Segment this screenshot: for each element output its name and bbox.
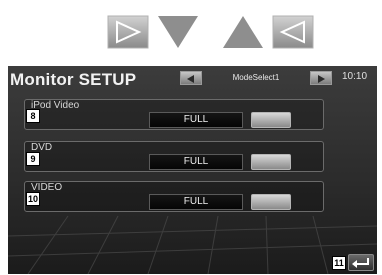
screen-mode-button[interactable] xyxy=(251,154,291,170)
row-value: FULL xyxy=(149,154,243,170)
down-triangle-icon[interactable] xyxy=(157,10,199,52)
row-value: FULL xyxy=(149,112,243,128)
screen-mode-button[interactable] xyxy=(251,112,291,128)
up-triangle-icon[interactable] xyxy=(222,10,264,52)
callout-number: 9 xyxy=(26,152,40,166)
left-triangle-icon[interactable] xyxy=(272,10,314,52)
setting-row-video: VIDEO FULL xyxy=(24,181,324,212)
mode-next-button[interactable] xyxy=(310,71,332,85)
callout-number: 11 xyxy=(332,256,346,270)
setting-row-ipod-video: iPod Video FULL xyxy=(24,99,324,130)
screen-mode-button[interactable] xyxy=(251,194,291,210)
clock: 10:10 xyxy=(342,71,368,82)
return-arrow-icon xyxy=(352,258,369,268)
callout-number: 8 xyxy=(26,109,40,123)
mode-select-label: ModeSelect1 xyxy=(232,73,280,82)
row-value: FULL xyxy=(149,194,243,210)
right-arrow-icon xyxy=(318,75,325,83)
mode-prev-button[interactable] xyxy=(180,71,202,85)
setting-row-dvd: DVD FULL xyxy=(24,141,324,172)
monitor-setup-screen: Monitor SETUP ModeSelect1 10:10 iPod Vid… xyxy=(8,66,377,274)
right-triangle-icon[interactable] xyxy=(107,10,149,52)
callout-number: 10 xyxy=(26,192,40,206)
page-title: Monitor SETUP xyxy=(10,70,137,89)
return-button[interactable] xyxy=(348,254,374,271)
left-arrow-icon xyxy=(187,75,194,83)
